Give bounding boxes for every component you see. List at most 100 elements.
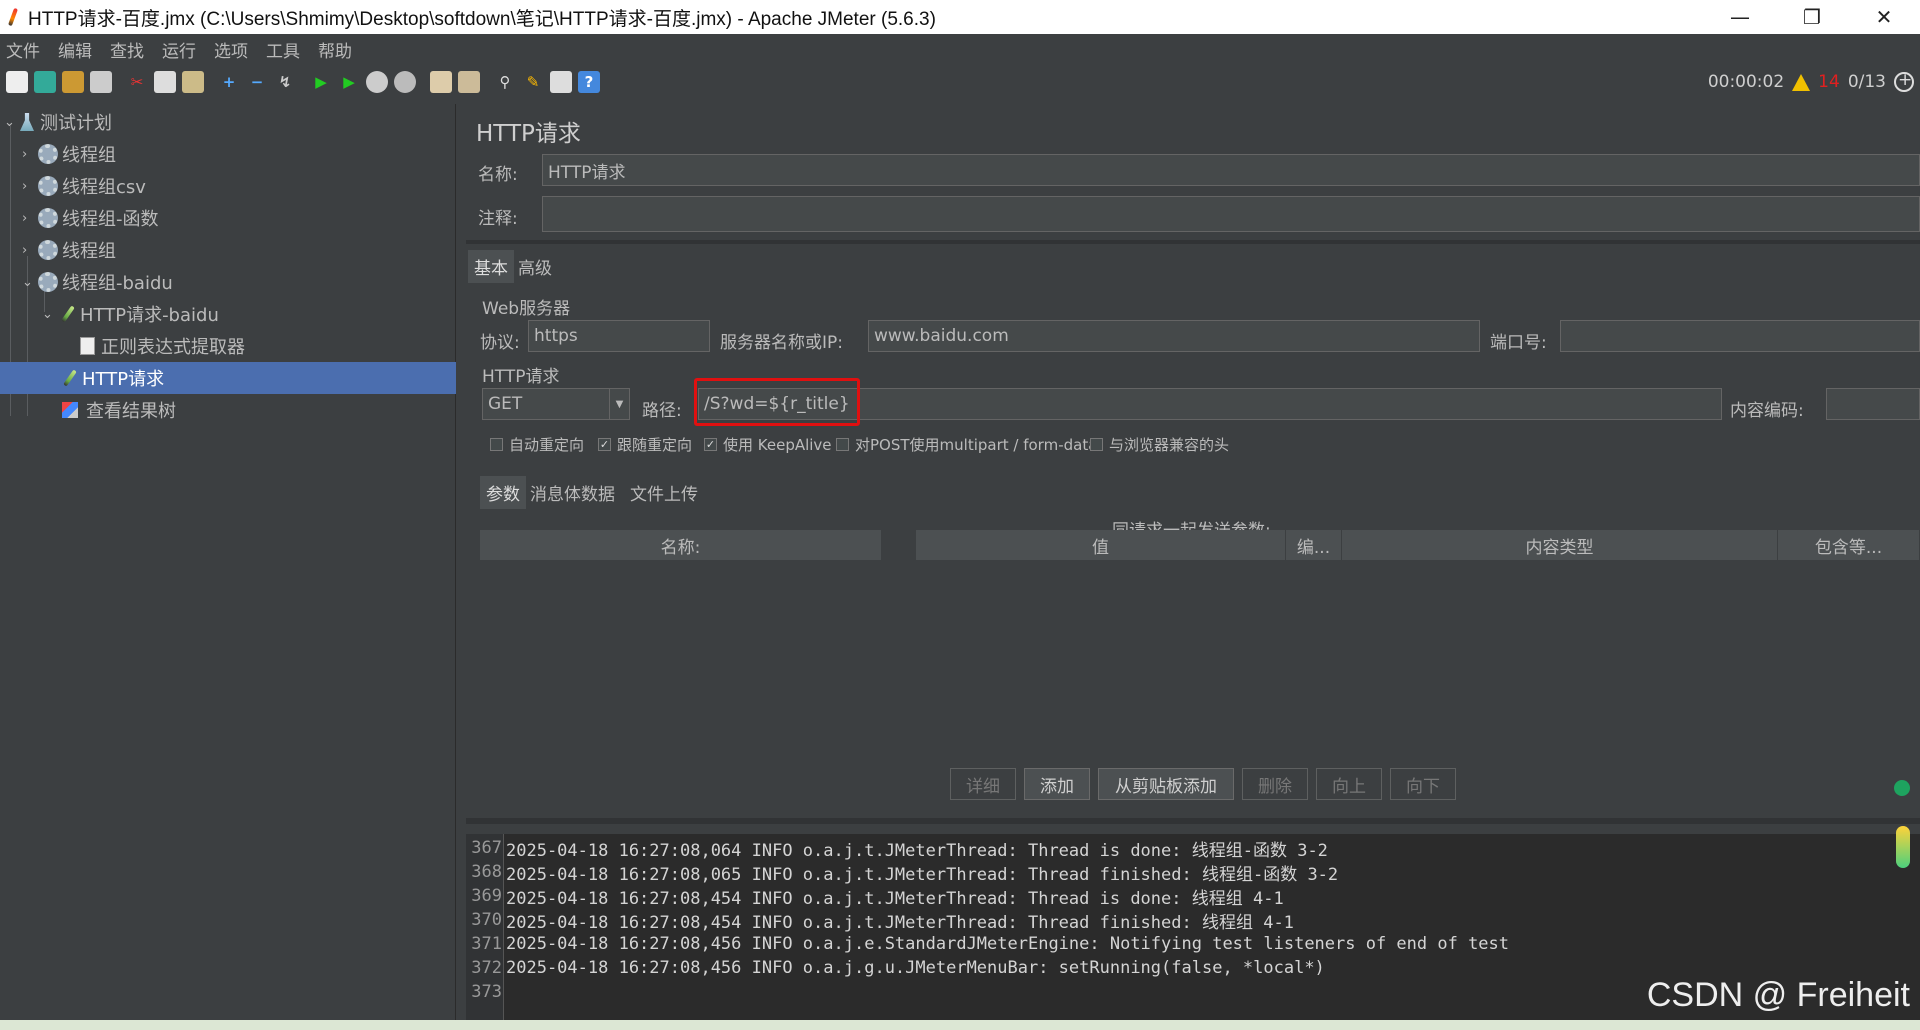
help-icon[interactable]: ? bbox=[578, 71, 600, 93]
comment-input[interactable] bbox=[542, 196, 1920, 232]
function-helper-icon[interactable] bbox=[550, 71, 572, 93]
chevron-down-icon[interactable]: ⌄ bbox=[22, 275, 38, 290]
checkbox-box[interactable] bbox=[490, 438, 503, 451]
tree-item-thread-group[interactable]: › 线程组 bbox=[22, 138, 116, 170]
chevron-down-icon[interactable]: ⌄ bbox=[4, 115, 20, 130]
checkbox-box[interactable] bbox=[836, 438, 849, 451]
encoding-input[interactable] bbox=[1826, 388, 1920, 420]
copy-icon[interactable] bbox=[154, 71, 176, 93]
keepalive-checkbox[interactable]: ✓ 使用 KeepAlive bbox=[704, 434, 832, 455]
new-icon[interactable] bbox=[6, 71, 28, 93]
tab-basic[interactable]: 基本 bbox=[468, 250, 514, 283]
menu-run[interactable]: 运行 bbox=[162, 37, 196, 62]
menu-edit[interactable]: 编辑 bbox=[58, 37, 92, 62]
test-plan-tree: ⌄ 测试计划 › 线程组 › 线程组csv › 线程组-函数 › 线程组 ⌄ 线… bbox=[0, 104, 456, 1020]
jmeter-feather-icon bbox=[6, 7, 20, 27]
window-controls: — ❐ ✕ bbox=[1704, 0, 1920, 34]
port-label: 端口号: bbox=[1490, 333, 1547, 353]
log-line: 372 2025-04-18 16:27:08,456 INFO o.a.j.g.… bbox=[471, 958, 1325, 978]
tab-advanced[interactable]: 高级 bbox=[512, 250, 558, 283]
sampler-pen-icon bbox=[60, 369, 78, 387]
close-button[interactable]: ✕ bbox=[1848, 0, 1920, 34]
add-button[interactable]: 添加 bbox=[1024, 768, 1090, 800]
method-select[interactable]: GET ▼ bbox=[482, 388, 630, 420]
start-icon[interactable]: ▶ bbox=[310, 71, 332, 93]
log-line: 370 2025-04-18 16:27:08,454 INFO o.a.j.t.… bbox=[471, 910, 1294, 933]
minimize-button[interactable]: — bbox=[1704, 0, 1776, 34]
path-label: 路径: bbox=[642, 401, 682, 421]
tree-item-http-request-baidu[interactable]: ⌄ HTTP请求-baidu bbox=[42, 298, 219, 330]
protocol-input[interactable]: https bbox=[528, 320, 710, 352]
name-input[interactable]: HTTP请求 bbox=[542, 154, 1920, 186]
tree-item-thread-group-2[interactable]: › 线程组 bbox=[22, 234, 116, 266]
log-splitter[interactable] bbox=[466, 818, 1920, 824]
web-server-section: Web服务器 bbox=[482, 299, 571, 319]
menu-tools[interactable]: 工具 bbox=[266, 37, 300, 62]
server-input[interactable]: www.baidu.com bbox=[868, 320, 1480, 352]
delete-button[interactable]: 删除 bbox=[1242, 768, 1308, 800]
tree-item-regex-extractor[interactable]: 正则表达式提取器 bbox=[80, 330, 245, 362]
stop-icon[interactable] bbox=[366, 71, 388, 93]
tree-item-thread-group-baidu[interactable]: ⌄ 线程组-baidu bbox=[22, 266, 173, 298]
protocol-label: 协议: bbox=[480, 333, 520, 353]
chevron-right-icon[interactable]: › bbox=[22, 147, 38, 162]
col-name[interactable]: 名称: bbox=[480, 530, 882, 560]
menu-search[interactable]: 查找 bbox=[110, 37, 144, 62]
multipart-checkbox[interactable]: 对POST使用multipart / form-data bbox=[836, 434, 1097, 455]
follow-redirect-checkbox[interactable]: ✓ 跟随重定向 bbox=[598, 434, 692, 455]
move-up-button[interactable]: 向上 bbox=[1316, 768, 1382, 800]
reset-search-icon[interactable]: ✎ bbox=[522, 71, 544, 93]
menu-options[interactable]: 选项 bbox=[214, 37, 248, 62]
warning-icon[interactable] bbox=[1792, 73, 1811, 91]
checkbox-box[interactable] bbox=[1090, 438, 1103, 451]
menu-file[interactable]: 文件 bbox=[6, 37, 40, 62]
search-icon[interactable]: ⚲ bbox=[494, 71, 516, 93]
detail-button[interactable]: 详细 bbox=[950, 768, 1016, 800]
chevron-right-icon[interactable]: › bbox=[22, 243, 38, 258]
maximize-button[interactable]: ❐ bbox=[1776, 0, 1848, 34]
clear-all-icon[interactable] bbox=[458, 71, 480, 93]
browser-headers-checkbox[interactable]: 与浏览器兼容的头 bbox=[1090, 434, 1229, 455]
collapse-icon[interactable]: − bbox=[246, 71, 268, 93]
add-from-clipboard-button[interactable]: 从剪贴板添加 bbox=[1098, 768, 1234, 800]
paste-icon[interactable] bbox=[182, 71, 204, 93]
expand-icon[interactable]: + bbox=[218, 71, 240, 93]
clear-icon[interactable] bbox=[430, 71, 452, 93]
chevron-down-icon[interactable]: ⌄ bbox=[42, 307, 58, 322]
toggle-icon[interactable]: ↯ bbox=[274, 71, 296, 93]
port-input[interactable] bbox=[1560, 320, 1920, 352]
log-line: 371 2025-04-18 16:27:08,456 INFO o.a.j.e.… bbox=[471, 934, 1510, 954]
shutdown-icon[interactable] bbox=[394, 71, 416, 93]
dropdown-arrow-icon[interactable]: ▼ bbox=[609, 389, 629, 419]
tree-item-thread-group-csv[interactable]: › 线程组csv bbox=[22, 170, 146, 202]
tree-item-test-plan[interactable]: ⌄ 测试计划 bbox=[4, 106, 112, 138]
col-content-type[interactable]: 内容类型 bbox=[1342, 530, 1778, 560]
log-line: 373 bbox=[471, 982, 502, 1002]
active-threads: 0/13 bbox=[1847, 72, 1886, 92]
tree-item-thread-group-function[interactable]: › 线程组-函数 bbox=[22, 202, 159, 234]
chevron-right-icon[interactable]: › bbox=[22, 211, 38, 226]
tab-body-data[interactable]: 消息体数据 bbox=[524, 476, 621, 509]
splitter[interactable] bbox=[466, 240, 1920, 244]
checkbox-box[interactable]: ✓ bbox=[598, 438, 611, 451]
remote-globe-icon[interactable] bbox=[1894, 70, 1914, 92]
auto-redirect-checkbox[interactable]: 自动重定向 bbox=[490, 434, 584, 455]
tab-file-upload[interactable]: 文件上传 bbox=[624, 476, 704, 509]
checkbox-box[interactable]: ✓ bbox=[704, 438, 717, 451]
col-encode[interactable]: 编... bbox=[1286, 530, 1342, 560]
col-include-equals[interactable]: 包含等... bbox=[1778, 530, 1920, 560]
chevron-right-icon[interactable]: › bbox=[22, 179, 38, 194]
move-down-button[interactable]: 向下 bbox=[1390, 768, 1456, 800]
tree-item-view-results-tree[interactable]: 查看结果树 bbox=[62, 394, 176, 426]
col-value[interactable]: 值 bbox=[916, 530, 1286, 560]
cut-icon[interactable]: ✂ bbox=[126, 71, 148, 93]
toolbar: ✂ + − ↯ ▶ ▶ ⚲ ✎ ? 00:00:02 14 0/13 bbox=[0, 64, 1920, 100]
save-icon[interactable] bbox=[90, 71, 112, 93]
menu-help[interactable]: 帮助 bbox=[318, 37, 352, 62]
highlight-box bbox=[694, 378, 860, 426]
tree-item-http-request[interactable]: HTTP请求 bbox=[0, 362, 456, 394]
open-icon[interactable] bbox=[62, 71, 84, 93]
templates-icon[interactable] bbox=[34, 71, 56, 93]
tab-parameters[interactable]: 参数 bbox=[480, 476, 526, 509]
start-no-pause-icon[interactable]: ▶ bbox=[338, 71, 360, 93]
